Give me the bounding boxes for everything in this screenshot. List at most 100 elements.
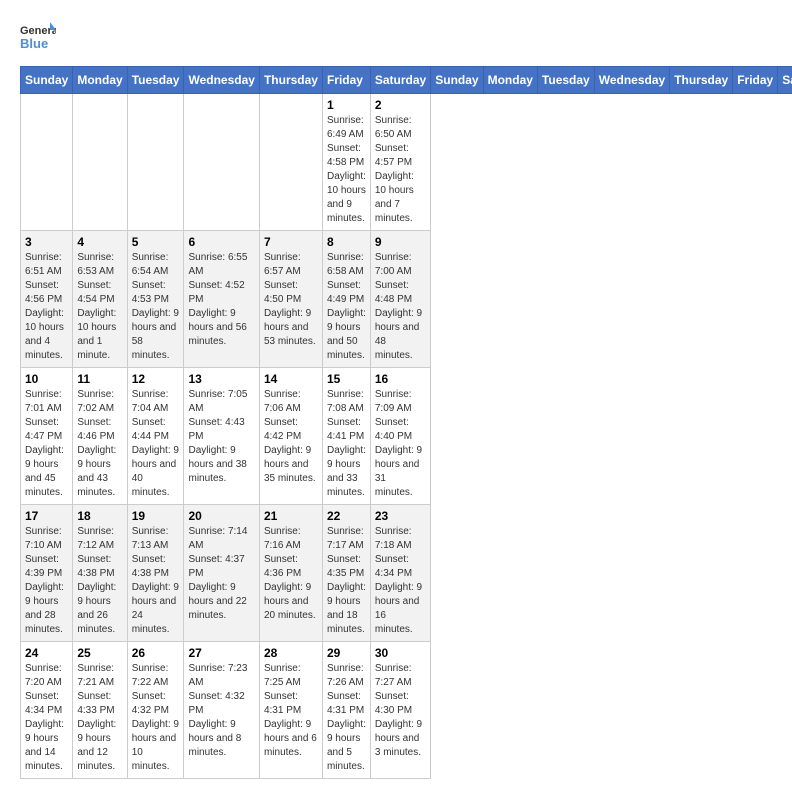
day-number: 25 — [77, 646, 122, 660]
day-number: 15 — [327, 372, 366, 386]
weekday-header: Sunday — [431, 67, 483, 94]
calendar-day-cell: 14 Sunrise: 7:06 AM Sunset: 4:42 PM Dayli… — [259, 368, 322, 505]
calendar-day-cell: 2 Sunrise: 6:50 AM Sunset: 4:57 PM Daylig… — [370, 94, 430, 231]
calendar-day-cell: 23 Sunrise: 7:18 AM Sunset: 4:34 PM Dayli… — [370, 505, 430, 642]
calendar-week-row: 17 Sunrise: 7:10 AM Sunset: 4:39 PM Dayli… — [21, 505, 792, 642]
calendar-day-cell: 9 Sunrise: 7:00 AM Sunset: 4:48 PM Daylig… — [370, 231, 430, 368]
day-number: 23 — [375, 509, 426, 523]
day-info: Sunrise: 7:00 AM Sunset: 4:48 PM Dayligh… — [375, 251, 426, 363]
calendar-day-cell: 13 Sunrise: 7:05 AM Sunset: 4:43 PM Dayli… — [184, 368, 259, 505]
day-info: Sunrise: 7:26 AM Sunset: 4:31 PM Dayligh… — [327, 662, 366, 774]
calendar-day-cell: 18 Sunrise: 7:12 AM Sunset: 4:38 PM Dayli… — [73, 505, 127, 642]
calendar-day-cell: 5 Sunrise: 6:54 AM Sunset: 4:53 PM Daylig… — [127, 231, 184, 368]
day-info: Sunrise: 6:58 AM Sunset: 4:49 PM Dayligh… — [327, 251, 366, 363]
day-info: Sunrise: 7:10 AM Sunset: 4:39 PM Dayligh… — [25, 525, 68, 637]
weekday-header: Saturday — [778, 67, 792, 94]
logo-graphic: General Blue — [20, 20, 56, 56]
calendar-day-cell — [21, 94, 73, 231]
weekday-header: Friday — [733, 67, 778, 94]
day-info: Sunrise: 7:13 AM Sunset: 4:38 PM Dayligh… — [132, 525, 180, 637]
day-number: 12 — [132, 372, 180, 386]
day-info: Sunrise: 7:22 AM Sunset: 4:32 PM Dayligh… — [132, 662, 180, 774]
calendar-day-cell: 27Sunrise: 7:23 AM Sunset: 4:32 PM Dayli… — [184, 642, 259, 779]
calendar-day-cell — [127, 94, 184, 231]
day-info: Sunrise: 7:27 AM Sunset: 4:30 PM Dayligh… — [375, 662, 426, 760]
day-number: 16 — [375, 372, 426, 386]
day-info: Sunrise: 7:05 AM Sunset: 4:43 PM Dayligh… — [188, 388, 254, 486]
day-number: 1 — [327, 98, 366, 112]
day-number: 28 — [264, 646, 318, 660]
day-number: 29 — [327, 646, 366, 660]
day-number: 26 — [132, 646, 180, 660]
day-info: Sunrise: 7:18 AM Sunset: 4:34 PM Dayligh… — [375, 525, 426, 637]
day-info: Sunrise: 6:51 AM Sunset: 4:56 PM Dayligh… — [25, 251, 68, 363]
day-info: Sunrise: 7:25 AM Sunset: 4:31 PM Dayligh… — [264, 662, 318, 760]
day-info: Sunrise: 7:09 AM Sunset: 4:40 PM Dayligh… — [375, 388, 426, 500]
calendar-day-cell: 16 Sunrise: 7:09 AM Sunset: 4:40 PM Dayli… — [370, 368, 430, 505]
weekday-header: Monday — [73, 67, 127, 94]
day-number: 6 — [188, 235, 254, 249]
day-number: 7 — [264, 235, 318, 249]
day-info: Sunrise: 7:16 AM Sunset: 4:36 PM Dayligh… — [264, 525, 318, 623]
calendar-day-cell: 7 Sunrise: 6:57 AM Sunset: 4:50 PM Daylig… — [259, 231, 322, 368]
day-info: Sunrise: 7:14 AM Sunset: 4:37 PM Dayligh… — [188, 525, 254, 623]
weekday-header: Friday — [322, 67, 370, 94]
calendar-day-cell: 28 Sunrise: 7:25 AM Sunset: 4:31 PM Dayli… — [259, 642, 322, 779]
calendar-day-cell: 21Sunrise: 7:16 AM Sunset: 4:36 PM Dayli… — [259, 505, 322, 642]
day-info: Sunrise: 7:02 AM Sunset: 4:46 PM Dayligh… — [77, 388, 122, 500]
calendar-day-cell — [259, 94, 322, 231]
day-number: 5 — [132, 235, 180, 249]
weekday-header: Saturday — [370, 67, 430, 94]
day-info: Sunrise: 6:49 AM Sunset: 4:58 PM Dayligh… — [327, 114, 366, 226]
day-info: Sunrise: 7:17 AM Sunset: 4:35 PM Dayligh… — [327, 525, 366, 637]
day-info: Sunrise: 6:57 AM Sunset: 4:50 PM Dayligh… — [264, 251, 318, 349]
day-number: 20 — [188, 509, 254, 523]
day-number: 10 — [25, 372, 68, 386]
svg-text:Blue: Blue — [20, 36, 48, 51]
day-info: Sunrise: 6:50 AM Sunset: 4:57 PM Dayligh… — [375, 114, 426, 226]
page-header: General Blue — [20, 20, 772, 56]
calendar-week-row: 24Sunrise: 7:20 AM Sunset: 4:34 PM Dayli… — [21, 642, 792, 779]
calendar-day-cell: 29 Sunrise: 7:26 AM Sunset: 4:31 PM Dayli… — [322, 642, 370, 779]
day-info: Sunrise: 6:55 AM Sunset: 4:52 PM Dayligh… — [188, 251, 254, 349]
day-number: 22 — [327, 509, 366, 523]
logo: General Blue — [20, 20, 56, 56]
calendar-day-cell — [184, 94, 259, 231]
day-info: Sunrise: 7:01 AM Sunset: 4:47 PM Dayligh… — [25, 388, 68, 500]
weekday-header: Wednesday — [184, 67, 259, 94]
weekday-header: Thursday — [670, 67, 733, 94]
calendar-week-row: 3 Sunrise: 6:51 AM Sunset: 4:56 PM Daylig… — [21, 231, 792, 368]
calendar-day-cell: 22 Sunrise: 7:17 AM Sunset: 4:35 PM Dayli… — [322, 505, 370, 642]
day-info: Sunrise: 6:54 AM Sunset: 4:53 PM Dayligh… — [132, 251, 180, 363]
weekday-header: Tuesday — [127, 67, 184, 94]
day-number: 9 — [375, 235, 426, 249]
calendar-day-cell: 30 Sunrise: 7:27 AM Sunset: 4:30 PM Dayli… — [370, 642, 430, 779]
calendar-day-cell: 8Sunrise: 6:58 AM Sunset: 4:49 PM Daylig… — [322, 231, 370, 368]
day-number: 3 — [25, 235, 68, 249]
day-number: 30 — [375, 646, 426, 660]
weekday-header: Wednesday — [594, 67, 669, 94]
calendar-day-cell: 20 Sunrise: 7:14 AM Sunset: 4:37 PM Dayli… — [184, 505, 259, 642]
calendar-table: SundayMondayTuesdayWednesdayThursdayFrid… — [20, 66, 792, 779]
day-info: Sunrise: 7:20 AM Sunset: 4:34 PM Dayligh… — [25, 662, 68, 774]
calendar-day-cell: 12Sunrise: 7:04 AM Sunset: 4:44 PM Dayli… — [127, 368, 184, 505]
day-number: 18 — [77, 509, 122, 523]
day-info: Sunrise: 7:12 AM Sunset: 4:38 PM Dayligh… — [77, 525, 122, 637]
day-info: Sunrise: 7:06 AM Sunset: 4:42 PM Dayligh… — [264, 388, 318, 486]
day-info: Sunrise: 7:21 AM Sunset: 4:33 PM Dayligh… — [77, 662, 122, 774]
day-number: 2 — [375, 98, 426, 112]
calendar-day-cell: 24Sunrise: 7:20 AM Sunset: 4:34 PM Dayli… — [21, 642, 73, 779]
day-info: Sunrise: 7:08 AM Sunset: 4:41 PM Dayligh… — [327, 388, 366, 500]
calendar-day-cell: 4Sunrise: 6:53 AM Sunset: 4:54 PM Daylig… — [73, 231, 127, 368]
weekday-header: Thursday — [259, 67, 322, 94]
calendar-day-cell: 1 Sunrise: 6:49 AM Sunset: 4:58 PM Daylig… — [322, 94, 370, 231]
weekday-header: Tuesday — [537, 67, 594, 94]
day-number: 13 — [188, 372, 254, 386]
calendar-day-cell: 25 Sunrise: 7:21 AM Sunset: 4:33 PM Dayli… — [73, 642, 127, 779]
day-number: 14 — [264, 372, 318, 386]
day-number: 4 — [77, 235, 122, 249]
calendar-week-row: 1 Sunrise: 6:49 AM Sunset: 4:58 PM Daylig… — [21, 94, 792, 231]
day-number: 17 — [25, 509, 68, 523]
calendar-day-cell: 15 Sunrise: 7:08 AM Sunset: 4:41 PM Dayli… — [322, 368, 370, 505]
calendar-day-cell: 17 Sunrise: 7:10 AM Sunset: 4:39 PM Dayli… — [21, 505, 73, 642]
